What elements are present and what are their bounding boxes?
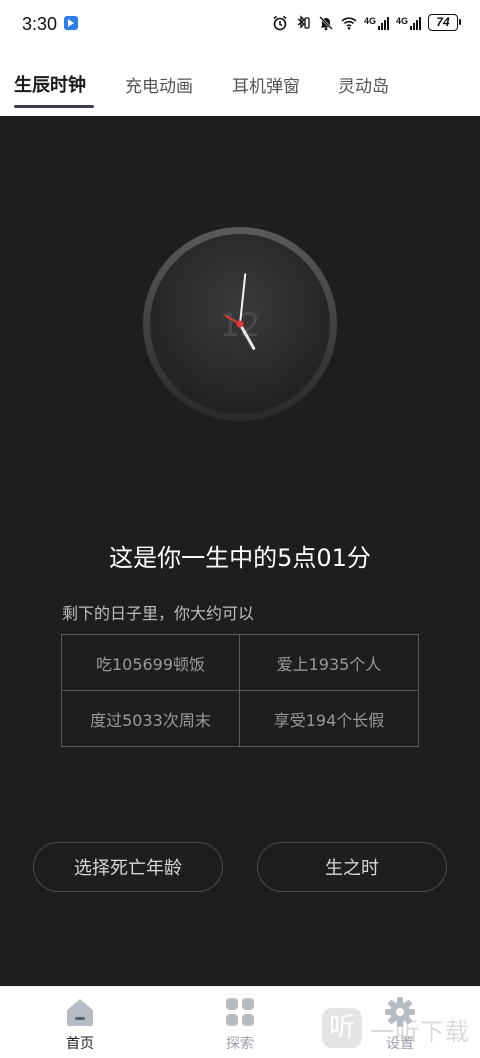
stat-loves: 爱上1935个人 xyxy=(240,635,418,691)
home-icon xyxy=(67,999,93,1026)
tab-dynamic-island[interactable]: 灵动岛 xyxy=(338,72,389,97)
bluetooth-vibrate-icon xyxy=(297,14,310,29)
signal-2-icon: 4G xyxy=(396,16,421,30)
headline: 这是你一生中的5点01分 xyxy=(109,544,371,572)
choose-death-age-button[interactable]: 选择死亡年龄 xyxy=(33,842,223,892)
birth-time-button[interactable]: 生之时 xyxy=(257,842,447,892)
main-content: 12 这是你一生中的5点01分 剩下的日子里，你大约可以 吃105699顿饭 爱… xyxy=(0,116,480,986)
app-notification-icon xyxy=(64,16,78,30)
tab-charging-animation[interactable]: 充电动画 xyxy=(125,72,193,97)
stat-weekends: 度过5033次周末 xyxy=(62,691,240,747)
status-bar: 3:30 4G 4G 74 xyxy=(0,0,480,52)
stat-vacations: 享受194个长假 xyxy=(273,711,385,730)
nav-explore-label: 探索 xyxy=(226,1036,254,1052)
tab-earphone-popup[interactable]: 耳机弹窗 xyxy=(232,72,300,97)
signal-1-icon: 4G xyxy=(364,16,389,30)
watermark-badge: 听 xyxy=(322,1008,362,1048)
nav-home-label: 首页 xyxy=(66,1036,94,1052)
watermark-text: 一听下载 xyxy=(370,1018,470,1046)
tab-birth-clock[interactable]: 生辰时钟 xyxy=(14,71,86,97)
top-tabs: 生辰时钟 充电动画 耳机弹窗 灵动岛 xyxy=(0,52,480,116)
subtitle: 剩下的日子里，你大约可以 xyxy=(62,604,255,623)
nav-home[interactable]: 首页 xyxy=(40,995,120,1053)
wifi-icon xyxy=(341,16,357,30)
life-stats-grid: 吃105699顿饭 爱上1935个人 度过5033次周末 享受194个长假 xyxy=(61,634,419,747)
mute-bell-icon xyxy=(319,15,333,30)
stat-meals: 吃105699顿饭 xyxy=(62,635,240,691)
clock-center-pin xyxy=(236,320,244,328)
analog-clock: 12 xyxy=(143,227,337,421)
alarm-icon xyxy=(273,15,287,30)
status-icons: 4G 4G 74 xyxy=(272,14,461,31)
watermark-logo: 听 一听下载 xyxy=(322,1002,474,1052)
battery-indicator: 74 xyxy=(428,14,461,31)
status-time: 3:30 xyxy=(22,14,58,34)
grid-icon xyxy=(226,998,254,1026)
active-tab-indicator xyxy=(14,105,94,108)
nav-explore[interactable]: 探索 xyxy=(200,995,280,1053)
